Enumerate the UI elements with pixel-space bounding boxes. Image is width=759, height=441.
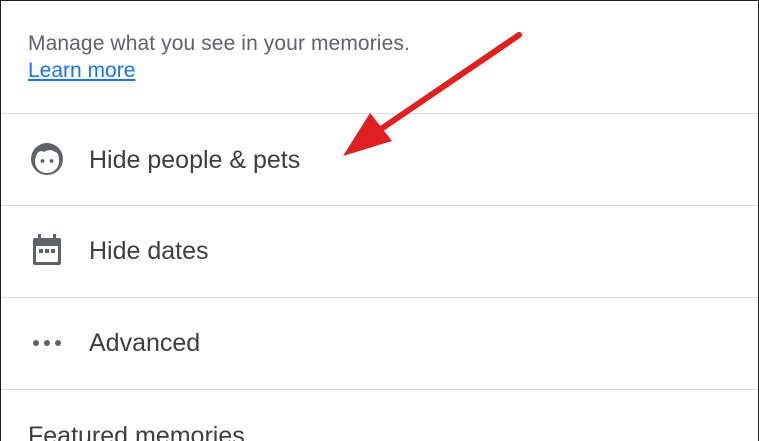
advanced-item[interactable]: Advanced [1,298,758,390]
face-icon [30,142,64,176]
more-horiz-icon [30,326,64,360]
featured-memories-heading: Featured memories [28,422,245,441]
header-description: Manage what you see in your memories. [28,32,410,55]
settings-panel: Manage what you see in your memories. Le… [0,0,759,441]
hide-people-pets-item[interactable]: Hide people & pets [1,114,758,206]
calendar-icon [30,233,64,267]
hide-dates-label: Hide dates [89,237,209,265]
advanced-label: Advanced [89,329,201,357]
memories-header: Manage what you see in your memories. Le… [1,1,758,114]
hide-people-pets-label: Hide people & pets [89,146,301,174]
hide-dates-item[interactable]: Hide dates [1,206,758,298]
learn-more-link[interactable]: Learn more [28,59,135,83]
